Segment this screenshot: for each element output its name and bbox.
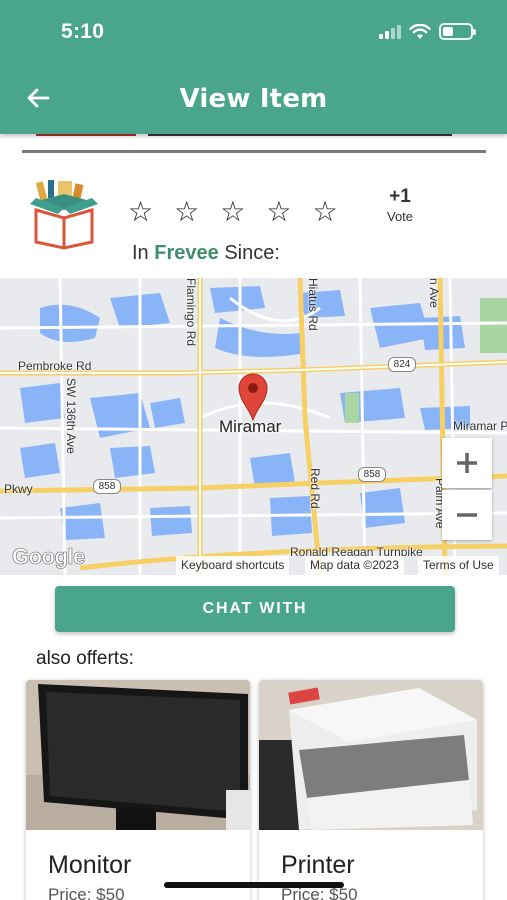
monitor-photo	[26, 680, 250, 830]
route-shield: 824	[388, 357, 416, 372]
offer-card-monitor[interactable]: Monitor Price: $50	[26, 680, 250, 900]
map-pin-icon[interactable]	[237, 372, 269, 422]
road-label: Pembroke Rd	[18, 359, 92, 373]
star-outline-icon[interactable]: ☆	[128, 198, 153, 226]
printer-image	[259, 680, 483, 830]
terms-of-use-link[interactable]: Terms of Use	[418, 556, 499, 575]
monitor-image	[26, 680, 250, 830]
plus-icon	[457, 453, 477, 473]
minus-icon	[457, 513, 477, 517]
app-header: 5:10 View Item	[0, 0, 507, 134]
wifi-icon	[409, 23, 431, 39]
road-label: Miramar P	[453, 419, 507, 433]
since-suffix: Since:	[224, 242, 280, 264]
printer-photo	[259, 680, 483, 830]
offer-name: Monitor	[48, 851, 132, 879]
route-shield: 858	[93, 479, 121, 494]
offer-card-printer[interactable]: Printer Price: $50	[259, 680, 483, 900]
page-title: View Item	[179, 84, 328, 114]
star-outline-icon[interactable]: ☆	[220, 198, 245, 226]
road-label: n Ave	[427, 278, 441, 308]
status-icons	[379, 23, 476, 40]
zoom-in-button[interactable]	[442, 438, 492, 488]
road-label: Flamingo Rd	[184, 278, 198, 347]
cellular-signal-icon	[379, 24, 401, 39]
road-label: SW 136th Ave	[64, 378, 78, 454]
road-label: Pkwy	[4, 482, 33, 496]
home-indicator[interactable]	[164, 882, 344, 888]
keyboard-shortcuts-link[interactable]: Keyboard shortcuts	[176, 556, 290, 575]
offer-name: Printer	[281, 851, 355, 879]
road-label: Hiatus Rd	[306, 278, 320, 331]
chat-with-button[interactable]: CHAT WITH	[55, 586, 455, 632]
divider	[22, 150, 486, 153]
star-outline-icon[interactable]: ☆	[266, 198, 291, 226]
zoom-out-button[interactable]	[442, 490, 492, 540]
star-outline-icon[interactable]: ☆	[312, 198, 337, 226]
status-time: 5:10	[61, 20, 105, 43]
map-city-label: Miramar	[219, 417, 282, 436]
vote-count: +1	[389, 186, 411, 207]
zoom-separator	[448, 488, 486, 489]
offer-price: Price: $50	[48, 885, 125, 900]
google-logo: Google	[12, 544, 86, 570]
star-outline-icon[interactable]: ☆	[174, 198, 199, 226]
map-data-attribution: Map data ©2023	[305, 556, 404, 575]
vote-button[interactable]: +1 Vote	[380, 186, 420, 224]
route-shield: 858	[358, 467, 386, 482]
open-box-logo	[30, 180, 98, 250]
member-since: In Frevee Since:	[132, 242, 280, 265]
rating-stars: ☆ ☆ ☆ ☆ ☆	[128, 198, 338, 226]
road-label: Red Rd	[308, 468, 322, 509]
also-offers-heading: also offerts:	[36, 648, 134, 669]
brand-name: Frevee	[154, 242, 219, 264]
battery-icon	[439, 23, 476, 40]
vote-label: Vote	[386, 209, 414, 224]
since-prefix: In	[132, 242, 149, 264]
